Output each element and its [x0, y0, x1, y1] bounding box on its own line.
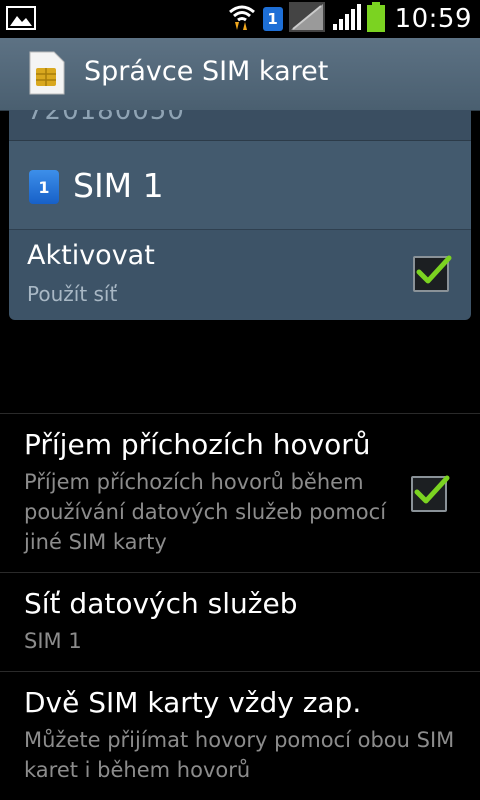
battery-icon: [366, 2, 385, 36]
setting-title: Dvě SIM karty vždy zap.: [24, 686, 362, 719]
setting-description: Příjem příchozích hovorů během používání…: [24, 470, 387, 554]
sim-name-row[interactable]: 1 SIM 1: [9, 141, 471, 230]
setting-title: Příjem příchozích hovorů: [24, 428, 371, 461]
checkmark-icon: [414, 475, 450, 504]
sim-card-icon: [28, 50, 66, 100]
title-bar: Správce SIM karet: [0, 38, 480, 111]
status-bar: 1 10:59: [0, 0, 480, 38]
signal-sim2-icon: [331, 2, 361, 36]
activate-title: Aktivovat: [27, 240, 155, 271]
incoming-calls-checkbox[interactable]: [411, 475, 450, 512]
setting-incoming-calls[interactable]: Příjem příchozích hovorů Příjem příchozí…: [0, 414, 480, 572]
activate-sim-option[interactable]: Aktivovat Použít síť: [9, 230, 471, 320]
checkmark-icon: [416, 255, 452, 284]
wifi-data-icon: [227, 2, 257, 36]
sim1-icon: 1: [29, 170, 59, 204]
gallery-icon: [6, 6, 36, 34]
activate-subtitle: Použít síť: [27, 282, 118, 306]
setting-value: SIM 1: [24, 629, 82, 653]
sim-phone-number: 720180050: [27, 110, 185, 126]
page-title: Správce SIM karet: [84, 56, 329, 87]
clock: 10:59: [394, 4, 472, 34]
sim-card-panel: 720180050 1 SIM 1 Aktivovat Použít síť: [9, 110, 471, 320]
setting-dual-sim-always-on[interactable]: Dvě SIM karty vždy zap. Můžete přijímat …: [0, 672, 480, 800]
sim-name: SIM 1: [73, 166, 164, 205]
activate-checkbox[interactable]: [413, 255, 452, 292]
sim1-icon: 1: [262, 7, 283, 31]
signal-sim1-icon: [288, 2, 325, 36]
setting-description: Můžete přijímat hovory pomocí obou SIM k…: [24, 728, 455, 782]
sim-number-row: 720180050: [9, 110, 471, 141]
setting-title: Síť datových služeb: [24, 587, 298, 620]
setting-data-network[interactable]: Síť datových služeb SIM 1: [0, 573, 480, 671]
